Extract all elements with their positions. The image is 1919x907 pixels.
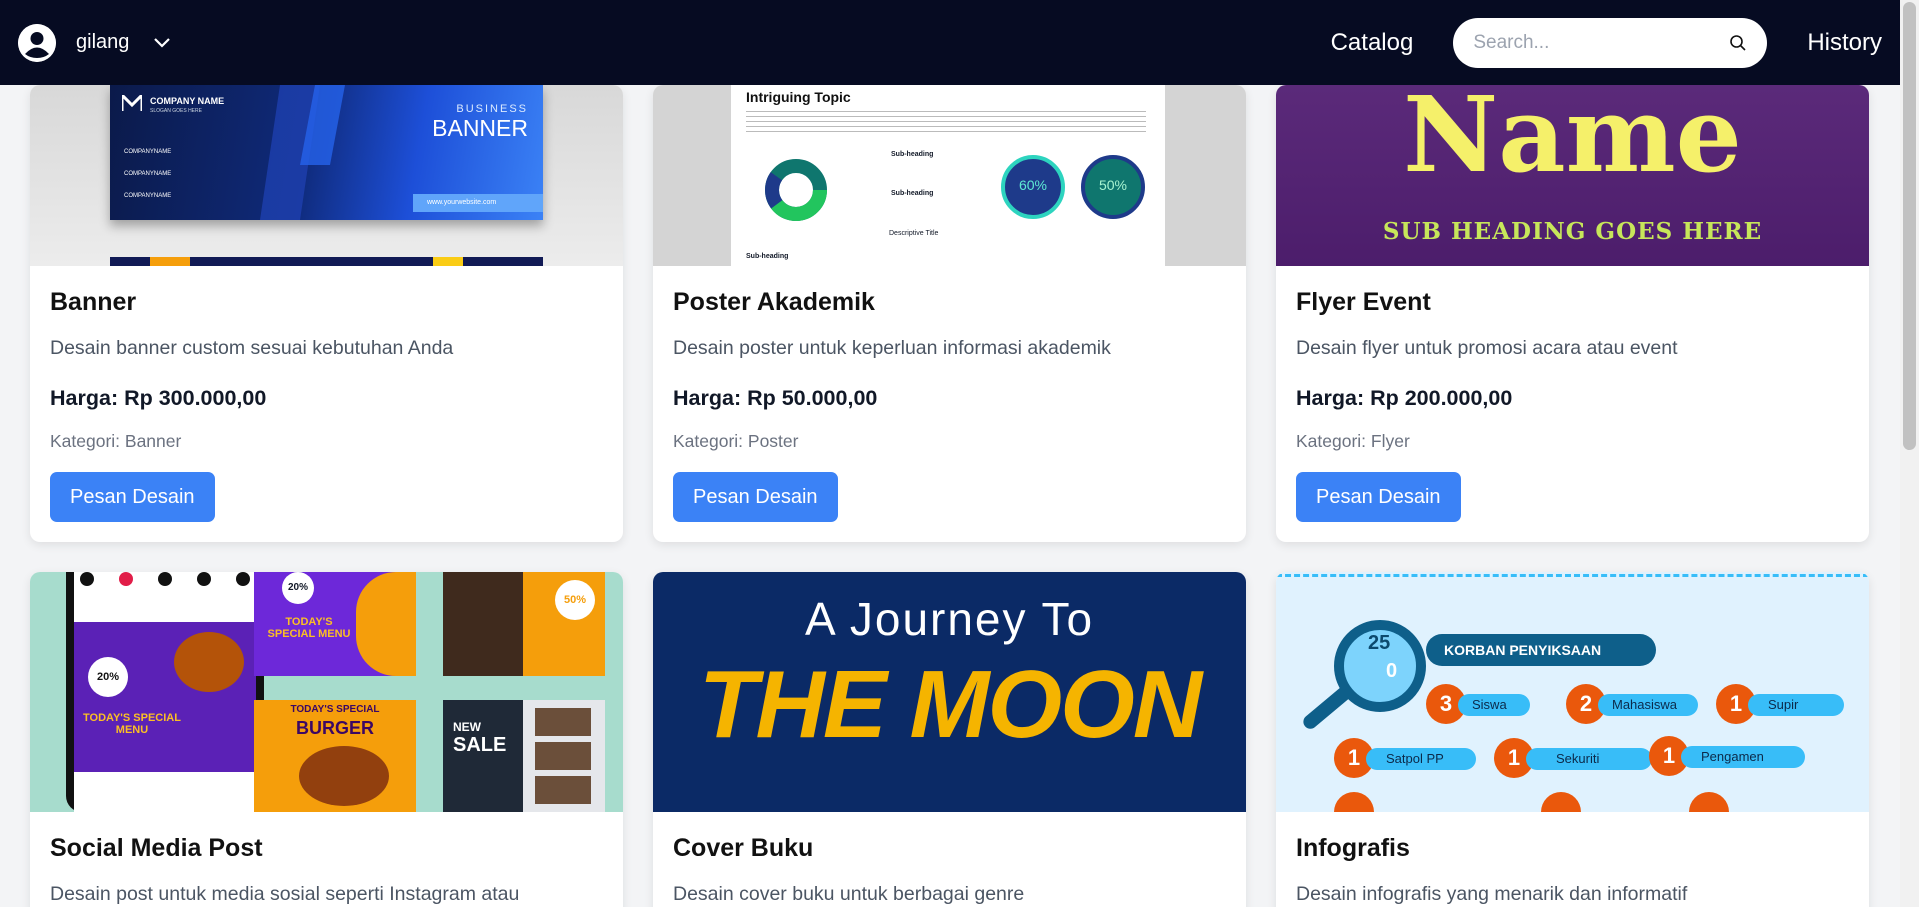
banner-social-2: COMPANYNAME	[124, 171, 172, 177]
social-media-image: 20% TODAY'S SPECIAL MENU 20% TODAY'S SPE…	[30, 572, 623, 812]
flyer-heading: Name	[1403, 85, 1742, 196]
stat-circle-1: 60%	[1001, 155, 1065, 219]
card-description: Desain cover buku untuk berbagai genre	[673, 883, 1025, 905]
info-stat-top: 25	[1368, 632, 1391, 654]
sm-headline-4: BURGER	[295, 718, 374, 738]
sm-headline-6: SALE	[453, 734, 507, 756]
sm-headline-2: TODAY'S SPECIAL MENU	[267, 616, 351, 640]
search-box	[1453, 17, 1768, 68]
username: gilang	[76, 31, 130, 53]
scrollbar-thumb[interactable]	[1903, 2, 1916, 450]
info-header: KORBAN PENYIKSAAN	[1426, 634, 1656, 666]
card-title: Social Media Post	[50, 834, 263, 862]
banner-website: www.yourwebsite.com	[413, 194, 543, 212]
card-description: Desain infografis yang menarik dan infor…	[1296, 883, 1688, 905]
info-item-label: Pengamen	[1681, 746, 1805, 768]
card-description: Desain banner custom sesuai kebutuhan An…	[50, 337, 454, 359]
product-card-flyer-event: Name SUB HEADING GOES HERE Flyer Event D…	[1276, 85, 1869, 542]
poster-sub-3: Sub-heading	[746, 253, 789, 260]
sm-badge-1: 20%	[88, 657, 128, 697]
info-item-label: Supir	[1748, 694, 1844, 716]
flyer-subheading: SUB HEADING GOES HERE	[1382, 218, 1763, 245]
poster-sub-1: Sub-heading	[891, 151, 934, 158]
card-title: Flyer Event	[1296, 288, 1431, 316]
card-category: Kategori: Poster	[673, 431, 799, 451]
info-item-label: Mahasiswa	[1598, 694, 1698, 716]
search-input[interactable]	[1473, 31, 1730, 54]
history-link[interactable]: History	[1807, 29, 1882, 57]
card-body: Flyer Event Desain flyer untuk promosi a…	[1276, 266, 1869, 542]
info-item-label: Siswa	[1458, 694, 1530, 716]
poster-chart-caption: Descriptive Title	[889, 230, 939, 237]
sm-badge-3: 50%	[555, 580, 595, 620]
chevron-down-icon[interactable]	[153, 37, 171, 49]
sm-post-3: TODAY'S SPECIAL BURGER	[254, 700, 416, 812]
poster-image: Intriguing Topic Sub-heading Sub-heading…	[653, 85, 1246, 266]
card-price: Harga: Rp 300.000,00	[50, 386, 267, 410]
product-card-banner: COMPANY NAME SLOGAN GOES HERE BUSINESS B…	[30, 85, 623, 542]
company-slogan: SLOGAN GOES HERE	[150, 108, 202, 114]
sm-post-4: 50%	[443, 572, 605, 676]
order-design-button[interactable]: Pesan Desain	[1296, 472, 1461, 522]
info-stat-mid: 0	[1386, 660, 1398, 682]
card-description: Desain poster untuk keperluan informasi …	[673, 337, 1111, 359]
infographic-image: 25 0 KORBAN PENYIKSAAN 3 Siswa 2 Mahasis…	[1276, 572, 1869, 812]
product-card-poster-akademik: Intriguing Topic Sub-heading Sub-heading…	[653, 85, 1246, 542]
book-cover-line-2: THE MOON	[698, 651, 1202, 758]
search-icon[interactable]	[1729, 34, 1747, 52]
banner-image: COMPANY NAME SLOGAN GOES HERE BUSINESS B…	[30, 85, 623, 266]
catalog-link[interactable]: Catalog	[1331, 29, 1414, 57]
card-body: Poster Akademik Desain poster untuk kepe…	[653, 266, 1246, 542]
product-card-social-media-post: 20% TODAY'S SPECIAL MENU 20% TODAY'S SPE…	[30, 572, 623, 907]
card-title: Cover Buku	[673, 834, 814, 862]
card-price: Harga: Rp 50.000,00	[673, 386, 878, 410]
book-cover-line-1: A Journey To	[804, 593, 1095, 645]
phone-mockup: 20% TODAY'S SPECIAL MENU	[66, 572, 264, 812]
user-avatar-icon[interactable]	[18, 23, 56, 62]
stat-value-1: 60%	[1018, 177, 1048, 193]
order-design-button[interactable]: Pesan Desain	[673, 472, 838, 522]
book-cover-image: A Journey To THE MOON	[653, 572, 1246, 812]
navbar: gilang Catalog History	[0, 0, 1900, 85]
info-item-label: Satpol PP	[1366, 748, 1476, 770]
banner-kicker: BUSINESS	[456, 103, 528, 115]
poster-sub-2: Sub-heading	[891, 190, 934, 197]
banner-heading: BANNER	[432, 115, 528, 141]
company-name: COMPANY NAME	[150, 96, 225, 106]
sm-post-5: NEW SALE	[443, 700, 605, 812]
product-card-cover-buku: A Journey To THE MOON Cover Buku Desain …	[653, 572, 1246, 907]
card-body: Banner Desain banner custom sesuai kebut…	[30, 266, 623, 542]
sm-badge-2: 20%	[282, 572, 314, 604]
sm-headline-1: TODAY'S SPECIAL MENU	[83, 712, 181, 736]
flyer-image: Name SUB HEADING GOES HERE	[1276, 85, 1869, 266]
card-body: Infografis Desain infografis yang menari…	[1276, 812, 1869, 907]
card-body: Cover Buku Desain cover buku untuk berba…	[653, 812, 1246, 907]
card-description: Desain post untuk media sosial seperti I…	[50, 883, 520, 905]
donut-chart-icon	[765, 159, 827, 221]
banner-social-3: COMPANYNAME	[124, 193, 172, 199]
info-item-label: Sekuriti	[1526, 748, 1652, 770]
order-design-button[interactable]: Pesan Desain	[50, 472, 215, 522]
stat-circle-2: 50%	[1081, 155, 1145, 219]
sm-headline-5: NEW	[453, 720, 481, 734]
sm-post-2: 20% TODAY'S SPECIAL MENU	[254, 572, 416, 676]
card-category: Kategori: Flyer	[1296, 431, 1410, 451]
banner-second-mockup	[110, 257, 543, 266]
card-title: Infografis	[1296, 834, 1410, 862]
card-price: Harga: Rp 200.000,00	[1296, 386, 1513, 410]
banner-social-1: COMPANYNAME	[124, 149, 172, 155]
product-card-infografis: 25 0 KORBAN PENYIKSAAN 3 Siswa 2 Mahasis…	[1276, 572, 1869, 907]
poster-heading: Intriguing Topic	[746, 89, 851, 105]
card-title: Poster Akademik	[673, 288, 875, 316]
card-category: Kategori: Banner	[50, 431, 182, 451]
banner-mockup: COMPANY NAME SLOGAN GOES HERE BUSINESS B…	[110, 85, 543, 220]
card-title: Banner	[50, 288, 137, 316]
sm-headline-3: TODAY'S SPECIAL	[290, 704, 380, 715]
stat-value-2: 50%	[1098, 177, 1128, 193]
company-logo-icon	[122, 95, 142, 111]
page-scrollbar[interactable]	[1900, 0, 1919, 907]
card-description: Desain flyer untuk promosi acara atau ev…	[1296, 337, 1678, 359]
card-body: Social Media Post Desain post untuk medi…	[30, 812, 623, 907]
poster-mockup: Intriguing Topic Sub-heading Sub-heading…	[731, 85, 1165, 266]
